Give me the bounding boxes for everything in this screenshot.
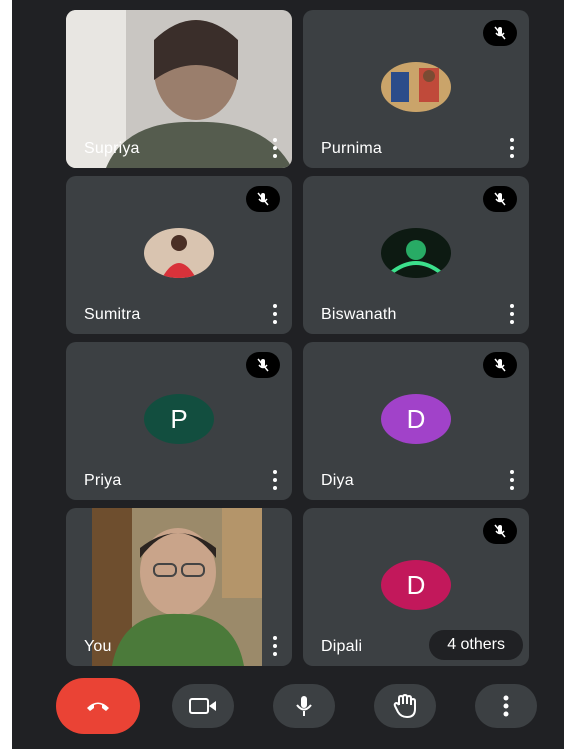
end-call-button[interactable]	[56, 678, 140, 734]
participant-name: Biswanath	[321, 306, 397, 323]
mic-off-icon	[483, 186, 517, 212]
participant-tile-dipali[interactable]: D Dipali 4 others	[303, 508, 529, 666]
others-chip[interactable]: 4 others	[429, 630, 523, 660]
participant-name: Priya	[84, 472, 122, 489]
avatar	[144, 228, 214, 278]
participant-tile-priya[interactable]: P Priya	[66, 342, 292, 500]
video-feed-you	[92, 508, 262, 666]
avatar-initial-letter: D	[406, 403, 426, 434]
mic-off-icon	[246, 352, 280, 378]
more-options-icon[interactable]	[268, 138, 282, 158]
participant-name: You	[84, 638, 112, 655]
call-controls	[12, 678, 564, 740]
avatar-initial-letter: P	[170, 403, 188, 434]
avatar-photo	[381, 62, 451, 112]
avatar-initial-letter: D	[406, 569, 426, 600]
avatar-initial: D	[381, 560, 451, 610]
avatar-photo	[381, 228, 451, 278]
participant-tile-diya[interactable]: D Diya	[303, 342, 529, 500]
more-options-icon[interactable]	[268, 636, 282, 656]
more-options-icon[interactable]	[505, 304, 519, 324]
more-options-button[interactable]	[475, 684, 537, 728]
participant-name: Supriya	[84, 140, 140, 157]
mic-off-icon	[483, 518, 517, 544]
video-feed-image	[92, 508, 262, 666]
microphone-icon	[296, 696, 312, 716]
participant-tile-biswanath[interactable]: Biswanath	[303, 176, 529, 334]
avatar-initial: D	[381, 394, 451, 444]
video-camera-icon	[189, 698, 216, 714]
mic-off-icon	[246, 186, 280, 212]
avatar-photo	[144, 228, 214, 278]
more-options-icon[interactable]	[268, 304, 282, 324]
avatar	[381, 62, 451, 112]
mic-off-icon	[483, 352, 517, 378]
participant-tile-purnima[interactable]: Purnima	[303, 10, 529, 168]
participant-tile-supriya[interactable]: Supriya	[66, 10, 292, 168]
end-call-icon	[87, 702, 109, 711]
participant-name: Purnima	[321, 140, 382, 157]
avatar-initial: P	[144, 394, 214, 444]
participant-tile-sumitra[interactable]: Sumitra	[66, 176, 292, 334]
more-options-icon[interactable]	[505, 470, 519, 490]
mic-toggle-button[interactable]	[273, 684, 335, 728]
raise-hand-icon	[393, 694, 416, 718]
participant-name: Dipali	[321, 638, 363, 655]
more-options-icon[interactable]	[505, 138, 519, 158]
raise-hand-button[interactable]	[374, 684, 436, 728]
meeting-screen: Supriya Purnima Sumitra Biswanath P Priy…	[12, 0, 564, 749]
more-options-icon[interactable]	[268, 470, 282, 490]
avatar	[381, 228, 451, 278]
participant-tile-you[interactable]: You	[66, 508, 292, 666]
mic-off-icon	[483, 20, 517, 46]
more-options-icon	[503, 695, 509, 717]
participant-name: Sumitra	[84, 306, 141, 323]
participant-name: Diya	[321, 472, 354, 489]
camera-toggle-button[interactable]	[172, 684, 234, 728]
